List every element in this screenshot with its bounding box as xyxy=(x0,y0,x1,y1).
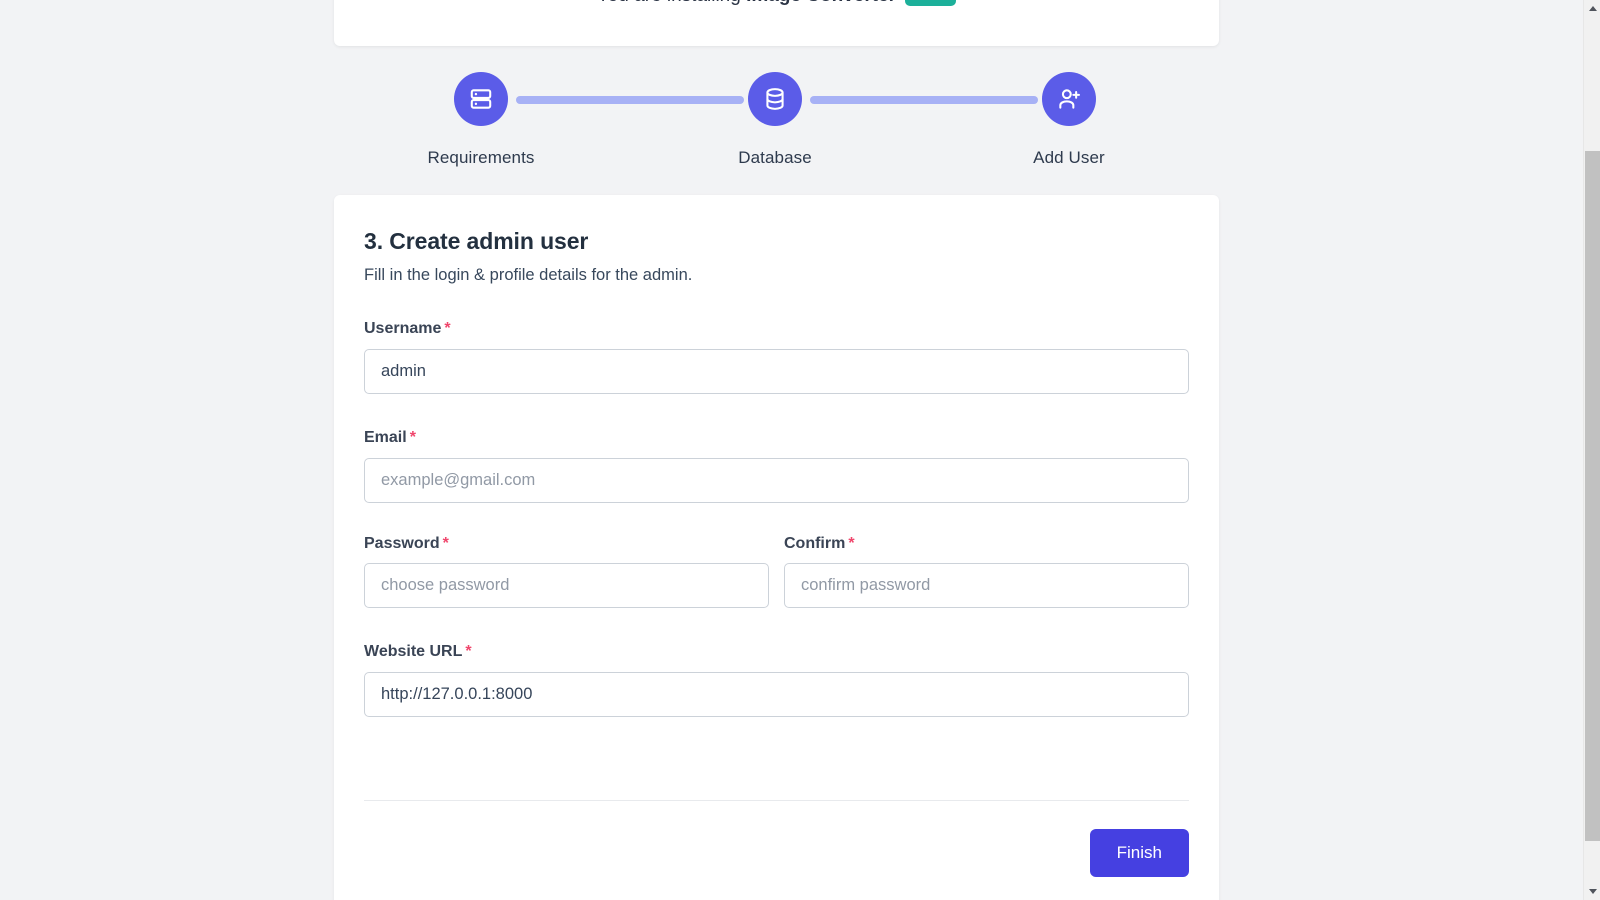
field-email: Email * xyxy=(364,429,1189,503)
required-marker: * xyxy=(409,429,416,446)
stepper-label-requirements: Requirements xyxy=(427,148,535,167)
installer-stepper: Requirements Database Add User xyxy=(334,72,1219,172)
stepper-step-database[interactable]: Database xyxy=(695,72,855,168)
stepper-label-add-user: Add User xyxy=(1033,148,1105,167)
label-username-text: Username xyxy=(364,320,442,337)
field-confirm-password: Confirm * xyxy=(784,535,1189,608)
page-title: 3. Create admin user xyxy=(364,228,589,254)
field-username: Username * xyxy=(364,320,1189,394)
finish-button[interactable]: Finish xyxy=(1089,829,1189,877)
label-confirm: Confirm * xyxy=(784,535,1189,553)
field-password: Password * xyxy=(364,535,769,608)
card-divider xyxy=(364,800,1189,801)
website-url-input[interactable] xyxy=(364,672,1189,717)
create-admin-user-card: 3. Create admin user Fill in the login &… xyxy=(334,195,1219,900)
installing-lead-text: You are installing xyxy=(597,0,741,6)
server-icon xyxy=(454,72,508,126)
confirm-password-input[interactable] xyxy=(784,563,1189,608)
label-email-text: Email xyxy=(364,429,407,446)
label-website-url: Website URL * xyxy=(364,643,1189,661)
page-content: You are installing Image Converter2.0.0 … xyxy=(0,0,1553,900)
password-input[interactable] xyxy=(364,563,769,608)
required-marker: * xyxy=(848,535,855,552)
label-password-text: Password xyxy=(364,535,440,552)
stepper-step-requirements[interactable]: Requirements xyxy=(401,72,561,168)
username-input[interactable] xyxy=(364,349,1189,394)
card-actions: Finish xyxy=(364,829,1189,877)
version-badge: 2.0.0 xyxy=(905,0,957,6)
installing-banner: You are installing Image Converter 2.0.0 xyxy=(334,0,1219,9)
user-plus-icon xyxy=(1042,72,1096,126)
password-row: Password* Confirm* xyxy=(364,535,1189,608)
required-marker: * xyxy=(442,535,449,552)
scrollbar-thumb[interactable] xyxy=(1585,151,1600,841)
stepper-label-database: Database xyxy=(738,148,812,167)
scroll-down-arrow-icon[interactable] xyxy=(1584,883,1600,900)
email-input[interactable] xyxy=(364,458,1189,503)
scroll-up-arrow-icon[interactable] xyxy=(1584,0,1600,17)
label-password: Password * xyxy=(364,535,769,553)
label-email: Email * xyxy=(364,429,1189,447)
label-username: Username * xyxy=(364,320,1189,338)
label-website-url-text: Website URL xyxy=(364,643,463,660)
browser-viewport: You are installing Image Converter2.0.0 … xyxy=(0,0,1600,900)
label-confirm-text: Confirm xyxy=(784,535,846,552)
required-marker: * xyxy=(444,320,451,337)
stepper-step-add-user[interactable]: Add User xyxy=(989,72,1149,168)
required-marker: * xyxy=(465,643,472,660)
database-icon xyxy=(748,72,802,126)
installing-app-name: Image Converter xyxy=(746,0,896,6)
page-scrollbar[interactable] xyxy=(1583,0,1600,900)
installer-header-card: You are installing Image Converter 2.0.0 xyxy=(334,0,1219,46)
page-subtitle: Fill in the login & profile details for … xyxy=(364,266,693,284)
field-website-url: Website URL * xyxy=(364,643,1189,717)
